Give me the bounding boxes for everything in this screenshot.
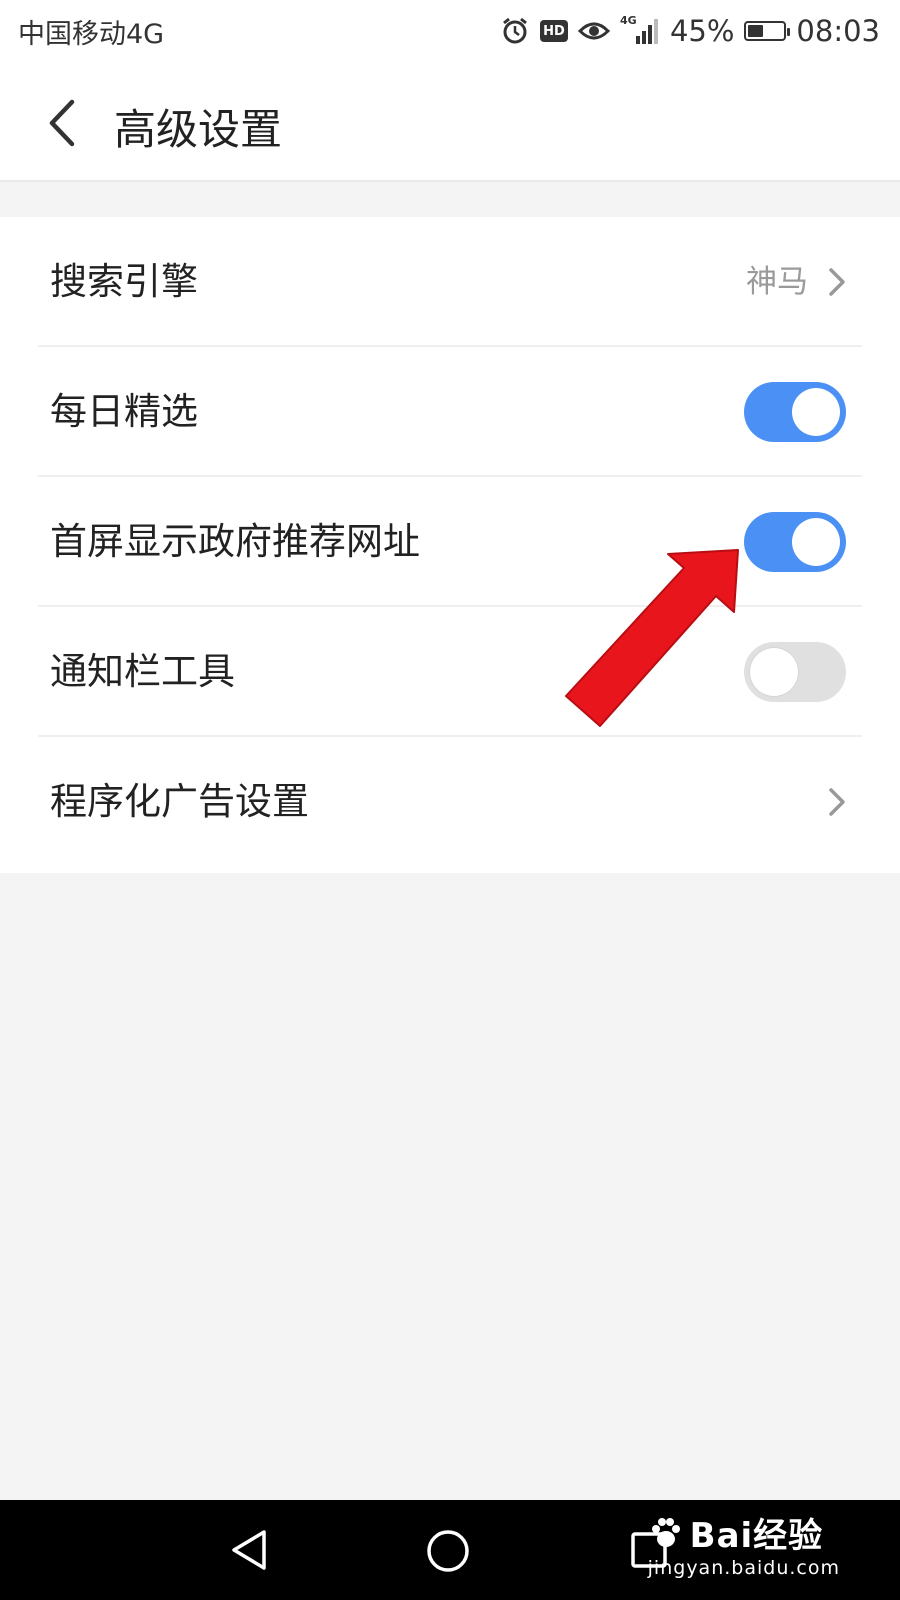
- system-nav-bar: Bai经验 jingyan.baidu.com: [0, 1500, 900, 1600]
- eye-icon: [577, 18, 610, 44]
- chevron-right-icon: [826, 786, 848, 818]
- chevron-right-icon: [826, 266, 848, 298]
- setting-search-engine[interactable]: 搜索引擎 神马: [0, 217, 900, 347]
- toggle-knob: [792, 518, 840, 566]
- annotation-arrow-icon: [560, 540, 760, 740]
- battery-fill: [748, 25, 764, 37]
- clock: 08:03: [796, 14, 880, 48]
- setting-notification-tools: 通知栏工具: [0, 607, 900, 737]
- status-bar: 中国移动4G HD 4G 45% 08:03: [0, 0, 900, 62]
- settings-list: 搜索引擎 神马 每日精选 首屏显示政府推荐网址 通知栏工具 程序化广告设置: [0, 217, 900, 873]
- toggle-knob: [792, 388, 840, 436]
- watermark-brand: Bai经验: [648, 1508, 840, 1557]
- nav-home-icon[interactable]: [425, 1528, 471, 1578]
- toggle-switch[interactable]: [744, 382, 846, 442]
- setting-value: 神马: [746, 264, 808, 300]
- setting-label: 通知栏工具: [50, 650, 235, 693]
- hd-icon: HD: [539, 20, 568, 42]
- status-icons: HD 4G 45% 08:03: [500, 14, 880, 48]
- battery-percent: 45%: [669, 14, 735, 48]
- watermark-url: jingyan.baidu.com: [647, 1557, 840, 1579]
- chevron-left-icon[interactable]: [40, 98, 84, 148]
- carrier-label: 中国移动4G: [18, 18, 165, 50]
- watermark: Bai经验 jingyan.baidu.com: [648, 1508, 840, 1579]
- nav-back-icon[interactable]: [228, 1528, 270, 1576]
- setting-label: 搜索引擎: [50, 260, 198, 303]
- paw-icon: [651, 1517, 680, 1547]
- setting-gov-urls: 首屏显示政府推荐网址: [0, 477, 900, 607]
- setting-label: 程序化广告设置: [50, 780, 309, 823]
- setting-label: 每日精选: [50, 390, 198, 433]
- setting-programmatic-ads[interactable]: 程序化广告设置: [0, 737, 900, 867]
- watermark-brand-text: Bai经验: [689, 1516, 824, 1556]
- signal-icon: 4G: [620, 14, 660, 46]
- app-header: 高级设置: [0, 62, 900, 182]
- battery-icon: [744, 21, 791, 41]
- setting-label: 首屏显示政府推荐网址: [50, 520, 420, 563]
- alarm-icon: [500, 16, 530, 46]
- page-title: 高级设置: [114, 105, 283, 154]
- setting-daily-picks: 每日精选: [0, 347, 900, 477]
